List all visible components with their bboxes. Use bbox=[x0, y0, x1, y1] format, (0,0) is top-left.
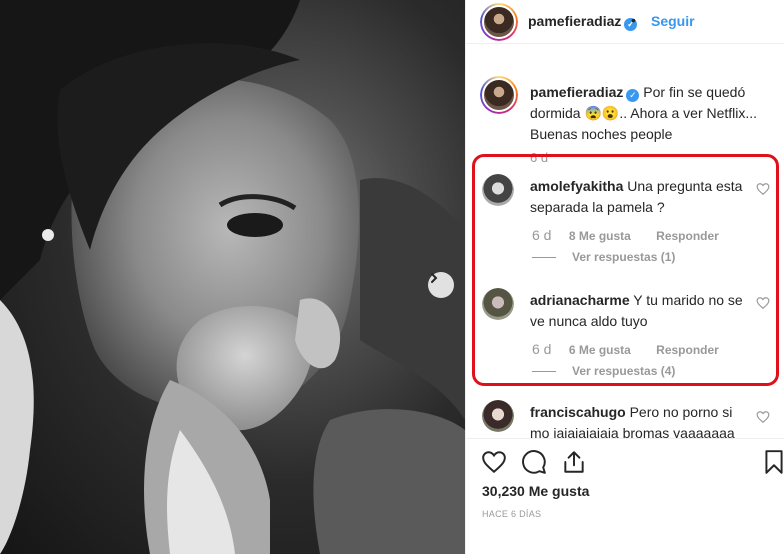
caption-author-avatar[interactable] bbox=[480, 76, 518, 114]
author-username[interactable]: pamefieradiaz ✓ bbox=[528, 13, 638, 31]
comment-time: 6 d bbox=[532, 341, 552, 357]
comment-body: adrianacharme Y tu marido no se ve nunca… bbox=[530, 290, 745, 332]
comment-username[interactable]: adrianacharme bbox=[530, 292, 630, 308]
comment-time: 6 d bbox=[532, 227, 552, 243]
post-header: pamefieradiaz ✓ • Seguir bbox=[466, 0, 784, 44]
heart-icon[interactable] bbox=[756, 182, 770, 196]
replies-line bbox=[532, 370, 556, 372]
post-actions: 30,230 Me gusta HACE 6 DÍAS bbox=[466, 438, 784, 554]
caption-username[interactable]: pamefieradiaz bbox=[530, 84, 623, 100]
heart-icon[interactable] bbox=[756, 410, 770, 424]
view-replies-button[interactable]: Ver respuestas (1) bbox=[532, 250, 675, 264]
comment-body: amolefyakitha Una pregunta esta separada… bbox=[530, 176, 745, 218]
comment-username[interactable]: amolefyakitha bbox=[530, 178, 623, 194]
comment-username[interactable]: franciscahugo bbox=[530, 404, 626, 420]
author-avatar[interactable] bbox=[480, 3, 518, 41]
comment-avatar[interactable] bbox=[482, 174, 514, 206]
follow-button[interactable]: Seguir bbox=[651, 13, 695, 29]
view-replies-button[interactable]: Ver respuestas (4) bbox=[532, 364, 675, 378]
replies-line bbox=[532, 256, 556, 258]
photo-illustration bbox=[0, 0, 465, 554]
heart-icon[interactable] bbox=[481, 449, 507, 475]
comment-body: franciscahugo Pero no porno si mo jajaja… bbox=[530, 402, 745, 438]
share-icon[interactable] bbox=[561, 449, 587, 475]
likes-count[interactable]: 30,230 Me gusta bbox=[482, 483, 589, 499]
post-caption: pamefieradiaz ✓ Por fin se quedó dormida … bbox=[530, 82, 775, 145]
comment-item: franciscahugo Pero no porno si mo jajaja… bbox=[466, 400, 784, 438]
verified-badge-icon: ✓ bbox=[626, 89, 640, 102]
post-photo[interactable] bbox=[0, 0, 465, 554]
view-replies-label: Ver respuestas (1) bbox=[572, 250, 676, 264]
comment-meta: 6 d 6 Me gusta Responder bbox=[532, 341, 719, 357]
comment-likes[interactable]: 6 Me gusta bbox=[569, 343, 631, 357]
comment-meta: 6 d 8 Me gusta Responder bbox=[532, 227, 719, 243]
comment-avatar[interactable] bbox=[482, 400, 514, 432]
view-replies-label: Ver respuestas (4) bbox=[572, 364, 676, 378]
chevron-right-icon bbox=[431, 273, 438, 283]
comment-avatar[interactable] bbox=[482, 288, 514, 320]
reply-button[interactable]: Responder bbox=[656, 343, 719, 357]
comment-likes[interactable]: 8 Me gusta bbox=[569, 229, 631, 243]
next-photo-button[interactable] bbox=[428, 272, 454, 298]
post-side-panel: pamefieradiaz ✓ • Seguir pamefieradiaz ✓ P… bbox=[465, 0, 784, 554]
reply-button[interactable]: Responder bbox=[656, 229, 719, 243]
bookmark-icon[interactable] bbox=[761, 449, 784, 475]
caption-time: 6 d bbox=[530, 150, 549, 165]
heart-icon[interactable] bbox=[756, 296, 770, 310]
separator-dot: • bbox=[631, 12, 636, 28]
comment-icon[interactable] bbox=[521, 449, 547, 475]
post-timestamp: HACE 6 DÍAS bbox=[482, 509, 542, 519]
